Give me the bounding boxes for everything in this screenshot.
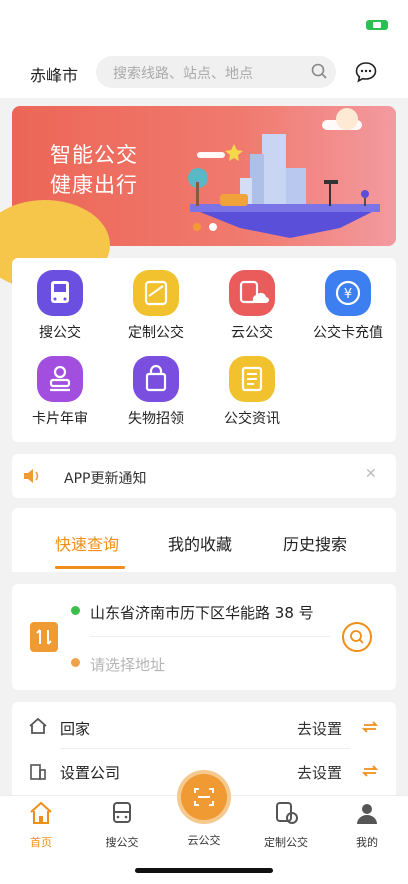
- destination-dot: [71, 658, 80, 667]
- feature-cloud-bus[interactable]: 云公交: [204, 270, 300, 342]
- banner-line1: 智能公交: [50, 143, 138, 167]
- feature-label: 云公交: [231, 325, 273, 341]
- news-icon: [229, 356, 275, 402]
- route-planner: [12, 584, 396, 690]
- bus-icon: [37, 270, 83, 316]
- feature-label: 搜公交: [39, 325, 81, 341]
- feature-label: 公交卡充值: [313, 325, 383, 341]
- swap-arrows-icon[interactable]: [361, 763, 379, 779]
- tabbar-label: 我的: [356, 836, 378, 849]
- battery-icon: [366, 20, 388, 30]
- divider: [90, 636, 330, 637]
- building-icon: [30, 764, 46, 780]
- city-selector[interactable]: 赤峰市: [30, 62, 78, 86]
- stamp-icon: [37, 356, 83, 402]
- feature-lost-found[interactable]: 失物招领: [108, 356, 204, 428]
- cloud-bus-icon: [229, 270, 275, 316]
- feature-label: 公交资讯: [224, 411, 280, 427]
- feature-custom-bus[interactable]: 定制公交: [108, 270, 204, 342]
- feature-bus-news[interactable]: 公交资讯: [204, 356, 300, 428]
- card-recharge-icon: ¥: [325, 270, 371, 316]
- lost-found-bag-icon: [133, 356, 179, 402]
- tabbar-custom-bus[interactable]: 定制公交: [246, 800, 326, 850]
- carousel-dot[interactable]: [209, 223, 217, 231]
- tabbar-label: 云公交: [187, 834, 221, 847]
- shortcut-home-label: 回家: [60, 720, 91, 738]
- feature-label: 失物招领: [128, 411, 184, 427]
- tabbar-cloud-bus[interactable]: 云公交: [164, 828, 244, 848]
- tabbar-search-bus[interactable]: 搜公交: [82, 800, 162, 850]
- search-icon: [350, 630, 364, 644]
- feature-label: 定制公交: [128, 325, 184, 341]
- shortcut-company-label: 设置公司: [60, 764, 121, 782]
- custom-bus-icon: [133, 270, 179, 316]
- origin-dot: [71, 606, 80, 615]
- swap-button[interactable]: [30, 622, 58, 652]
- message-icon[interactable]: [354, 60, 378, 84]
- feature-label: 卡片年审: [32, 411, 88, 427]
- home-icon: [29, 717, 47, 734]
- tab-favorites[interactable]: 我的收藏: [168, 531, 232, 555]
- home-tab-icon: [30, 801, 52, 824]
- swap-arrows-icon[interactable]: [361, 719, 379, 735]
- search-icon[interactable]: [311, 63, 327, 79]
- shortcut-company-set[interactable]: 去设置: [297, 762, 342, 783]
- close-icon[interactable]: ✕: [365, 466, 377, 482]
- custom-bus-tab-icon: [276, 802, 298, 824]
- banner-line2: 健康出行: [50, 173, 138, 197]
- feature-card-review[interactable]: 卡片年审: [12, 356, 108, 428]
- divider: [60, 748, 350, 749]
- notice-text: APP更新通知: [64, 471, 147, 487]
- profile-icon: [357, 804, 377, 824]
- tabbar-home[interactable]: 首页: [1, 800, 81, 850]
- origin-input[interactable]: 山东省济南市历下区华能路 38 号: [90, 602, 314, 623]
- status-bar: [0, 0, 408, 44]
- route-search-button[interactable]: [342, 622, 372, 652]
- banner-headline: 智能公交 健康出行: [50, 140, 138, 200]
- search-placeholder: 搜索线路、站点、地点: [113, 66, 253, 82]
- tab-history[interactable]: 历史搜索: [283, 531, 347, 555]
- speaker-icon: [24, 469, 39, 483]
- tab-quick-query[interactable]: 快速查询: [55, 531, 119, 555]
- tabbar-profile[interactable]: 我的: [327, 800, 407, 850]
- tabbar-label: 搜公交: [105, 836, 139, 849]
- swap-icon: [36, 629, 52, 645]
- cloud-bus-fab[interactable]: [181, 774, 227, 820]
- home-indicator: [135, 868, 273, 873]
- svg-text:¥: ¥: [344, 287, 352, 302]
- feature-search-bus[interactable]: 搜公交: [12, 270, 108, 342]
- tabbar-label: 定制公交: [264, 836, 308, 849]
- destination-input[interactable]: 请选择地址: [90, 654, 165, 675]
- scan-icon: [194, 788, 214, 806]
- carousel-dot-active[interactable]: [193, 223, 201, 231]
- bus-tab-icon: [113, 802, 131, 823]
- feature-card-recharge[interactable]: ¥ 公交卡充值: [300, 270, 396, 342]
- shortcut-home-set[interactable]: 去设置: [297, 718, 342, 739]
- active-tab-indicator: [55, 566, 125, 569]
- tabbar-label: 首页: [30, 836, 52, 849]
